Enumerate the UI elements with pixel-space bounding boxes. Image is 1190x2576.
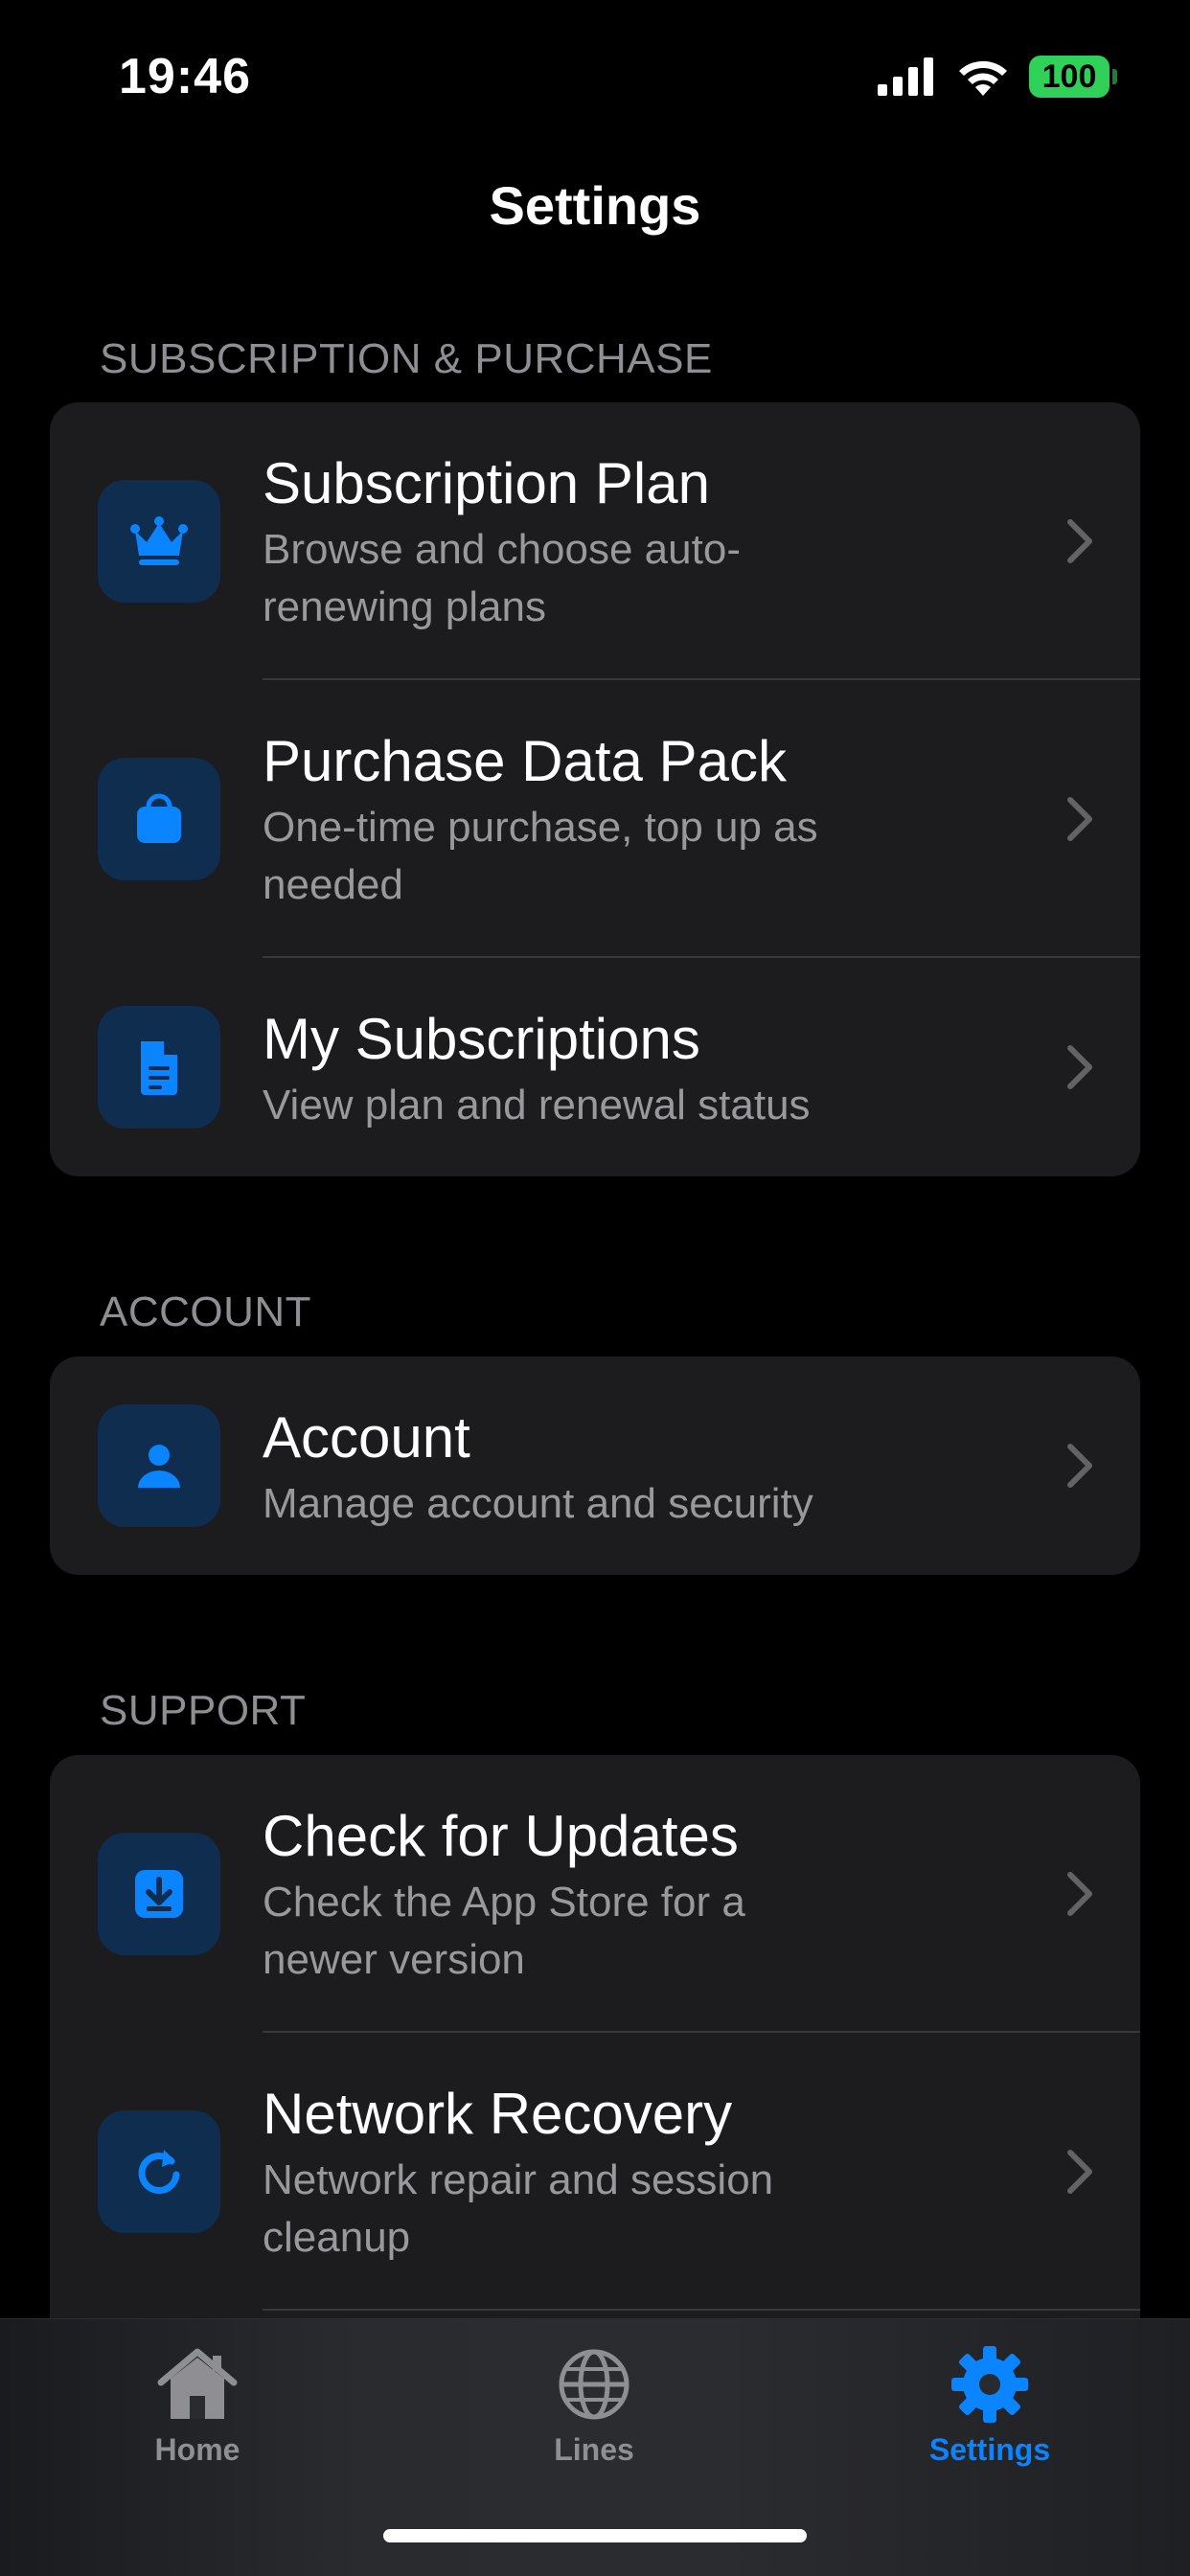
tab-label: Home xyxy=(154,2432,240,2467)
row-subtitle: One-time purchase, top up as needed xyxy=(263,804,818,908)
tab-settings[interactable]: Settings xyxy=(865,2340,1114,2468)
account-card: Account Manage account and security xyxy=(50,1356,1140,1575)
row-subtitle: Manage account and security xyxy=(263,1480,813,1527)
cellular-signal-icon xyxy=(878,57,933,96)
row-my-subscriptions[interactable]: My Subscriptions View plan and renewal s… xyxy=(50,958,1140,1176)
section-header-support: SUPPORT xyxy=(100,1687,307,1734)
tab-label: Lines xyxy=(554,2432,634,2467)
chevron-right-icon xyxy=(1067,2150,1092,2194)
chevron-right-icon xyxy=(1067,1872,1092,1916)
status-bar: 19:46 100 xyxy=(0,0,1190,153)
shopping-bag-icon xyxy=(98,758,220,880)
chevron-right-icon xyxy=(1067,519,1092,563)
section-header-account: ACCOUNT xyxy=(100,1288,312,1335)
row-title: Network Recovery xyxy=(263,2082,733,2146)
crown-icon xyxy=(98,480,220,603)
row-subtitle: View plan and renewal status xyxy=(263,1082,811,1128)
battery-icon: 100 xyxy=(1029,56,1117,98)
section-header-subscription: SUBSCRIPTION & PURCHASE xyxy=(100,335,713,382)
row-title: Check for Updates xyxy=(263,1804,739,1868)
house-icon xyxy=(157,2348,238,2419)
row-check-for-updates[interactable]: Check for Updates Check the App Store fo… xyxy=(50,1755,1140,2033)
chevron-right-icon xyxy=(1067,797,1092,841)
status-time: 19:46 xyxy=(119,49,251,104)
tab-home[interactable]: Home xyxy=(73,2340,322,2468)
gear-icon xyxy=(951,2346,1028,2423)
download-icon xyxy=(98,1833,220,1955)
row-purchase-data-pack[interactable]: Purchase Data Pack One-time purchase, to… xyxy=(50,680,1140,958)
tab-lines[interactable]: Lines xyxy=(469,2340,719,2468)
status-icons: 100 xyxy=(876,56,1117,98)
row-title: Account xyxy=(263,1405,470,1470)
row-subscription-plan[interactable]: Subscription Plan Browse and choose auto… xyxy=(50,402,1140,680)
subscription-card: Subscription Plan Browse and choose auto… xyxy=(50,402,1140,1176)
row-title: My Subscriptions xyxy=(263,1007,700,1071)
person-icon xyxy=(98,1404,220,1527)
row-title: Subscription Plan xyxy=(263,451,710,515)
page-title: Settings xyxy=(489,175,701,236)
tab-label: Settings xyxy=(928,2432,1051,2467)
refresh-icon xyxy=(98,2110,220,2233)
globe-icon xyxy=(559,2349,629,2420)
row-account[interactable]: Account Manage account and security xyxy=(50,1356,1140,1575)
row-subtitle: Browse and choose auto-renewing plans xyxy=(263,526,741,630)
chevron-right-icon xyxy=(1067,1045,1092,1089)
wifi-icon xyxy=(959,60,1007,96)
home-indicator[interactable] xyxy=(383,2529,807,2542)
battery-level: 100 xyxy=(1041,57,1097,95)
row-subtitle: Network repair and session cleanup xyxy=(263,2156,774,2261)
support-card: Check for Updates Check the App Store fo… xyxy=(50,1755,1140,2349)
row-subtitle: Check the App Store for a newer version xyxy=(263,1879,745,1983)
chevron-right-icon xyxy=(1067,1444,1092,1488)
row-divider xyxy=(263,2309,1140,2311)
document-icon xyxy=(98,1006,220,1128)
row-title: Purchase Data Pack xyxy=(263,729,787,793)
row-network-recovery[interactable]: Network Recovery Network repair and sess… xyxy=(50,2033,1140,2311)
